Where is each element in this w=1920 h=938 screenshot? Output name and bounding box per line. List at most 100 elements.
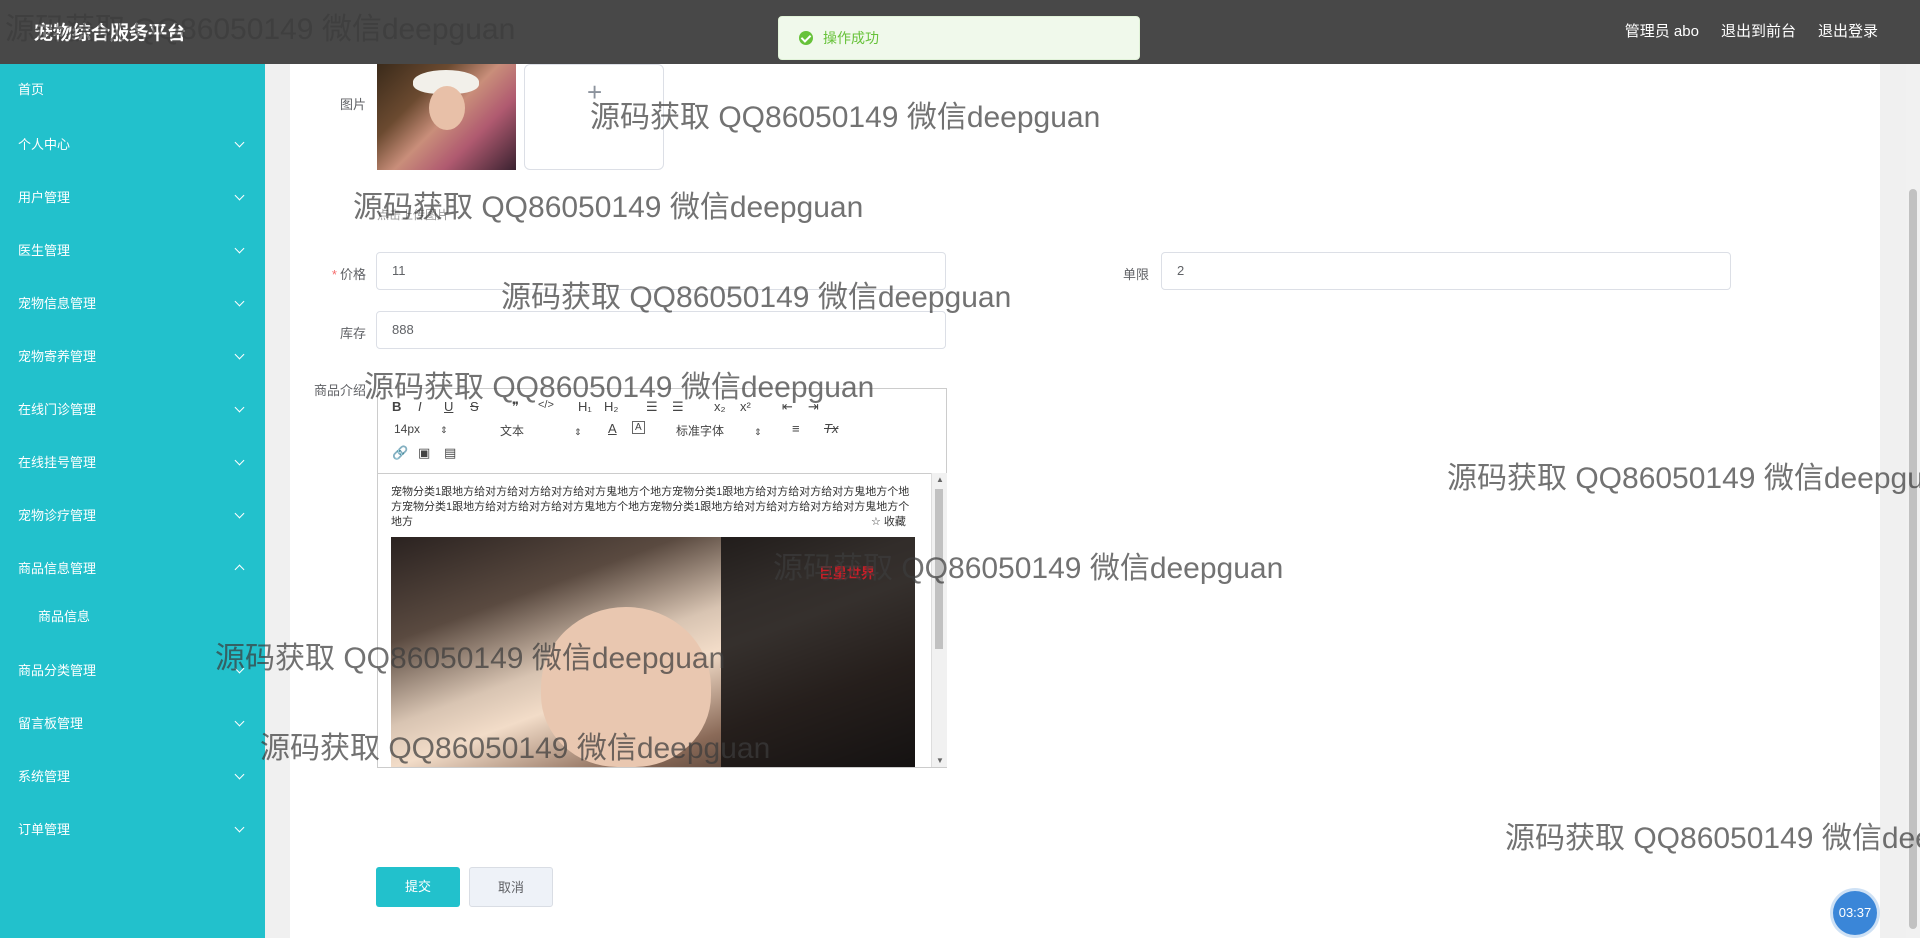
photo-stamp: 巨星世界 <box>819 565 875 581</box>
background-color-button[interactable]: A <box>632 421 645 434</box>
sidebar-item-pet-info[interactable]: 宠物信息管理 <box>0 284 265 324</box>
h1-button[interactable]: H₁ <box>578 399 592 414</box>
align-button[interactable]: ≡ <box>792 421 800 436</box>
editor-scroll-thumb[interactable] <box>935 489 943 649</box>
sidebar-item-product-category[interactable]: 商品分类管理 <box>0 651 265 691</box>
bold-button[interactable]: B <box>392 399 401 414</box>
chevron-up-icon <box>234 564 245 575</box>
text-color-button[interactable]: A <box>608 421 617 436</box>
logout-link[interactable]: 退出登录 <box>1818 20 1878 41</box>
sidebar-item-product-info-mgmt[interactable]: 商品信息管理 <box>0 549 265 589</box>
sidebar-item-message-board[interactable]: 留言板管理 <box>0 704 265 744</box>
select-arrow-icon: ⇕ <box>754 427 762 437</box>
bullet-list-button[interactable]: ☰ <box>672 399 684 415</box>
header-value: 文本 <box>500 424 525 438</box>
upload-hint: 点击上传图片 <box>377 208 450 222</box>
required-asterisk: * <box>331 267 337 282</box>
price-input[interactable]: 11 <box>376 252 946 290</box>
font-size-value: 14px <box>394 422 421 436</box>
font-size-select[interactable]: 14px ⇕ <box>394 422 448 436</box>
chevron-down-icon <box>234 349 245 360</box>
sidebar-item-label: 首页 <box>18 82 45 97</box>
sidebar-item-label: 个人中心 <box>18 137 71 152</box>
sidebar-item-users[interactable]: 用户管理 <box>0 178 265 218</box>
sidebar-item-label: 留言板管理 <box>18 716 84 731</box>
strike-button[interactable]: S <box>470 399 479 414</box>
link-button[interactable]: 🔗 <box>392 445 408 461</box>
cancel-button[interactable]: 取消 <box>469 867 553 907</box>
sidebar-item-online-registration[interactable]: 在线挂号管理 <box>0 443 265 483</box>
ordered-list-button[interactable]: ☰ <box>646 399 658 415</box>
chevron-down-icon <box>234 137 245 148</box>
editor-content-text[interactable]: 宠物分类1跟地方给对方给对方给对方给对方鬼地方个地方宠物分类1跟地方给对方给对方… <box>391 485 916 530</box>
sidebar-item-pet-treatment[interactable]: 宠物诊疗管理 <box>0 496 265 536</box>
insert-video-button[interactable]: ▤ <box>444 445 456 461</box>
sidebar-item-label: 订单管理 <box>18 822 71 837</box>
submit-button[interactable]: 提交 <box>376 867 460 907</box>
chevron-down-icon <box>234 243 245 254</box>
sidebar-item-pet-boarding[interactable]: 宠物寄养管理 <box>0 337 265 377</box>
sidebar-item-label: 用户管理 <box>18 190 71 205</box>
chevron-down-icon <box>234 455 245 466</box>
insert-image-button[interactable]: ▣ <box>418 445 430 461</box>
chevron-down-icon <box>234 663 245 674</box>
header-select[interactable]: 文本 ⇕ <box>500 422 582 439</box>
page-scrollbar[interactable] <box>1906 64 1920 938</box>
sidebar-item-label: 在线挂号管理 <box>18 455 97 470</box>
editor-scrollbar[interactable]: ▲ ▼ <box>931 473 947 767</box>
sidebar-item-system[interactable]: 系统管理 <box>0 757 265 797</box>
sidebar-item-label: 宠物诊疗管理 <box>18 508 97 523</box>
clock-badge[interactable]: 03:37 <box>1833 891 1877 935</box>
sidebar-item-orders[interactable]: 订单管理 <box>0 810 265 850</box>
code-block-button[interactable]: </> <box>538 399 554 411</box>
clean-format-button[interactable]: Tx <box>824 421 838 436</box>
sidebar-item-profile[interactable]: 个人中心 <box>0 125 265 165</box>
current-user: 管理员 abo <box>1624 23 1699 40</box>
intro-label: 商品介绍 <box>313 383 366 398</box>
limit-input[interactable]: 2 <box>1161 252 1731 290</box>
sidebar-item-home[interactable]: 首页 <box>0 70 265 110</box>
sidebar-item-label: 在线门诊管理 <box>18 402 97 417</box>
chevron-down-icon <box>234 190 245 201</box>
back-to-front-link[interactable]: 退出到前台 <box>1721 20 1796 41</box>
app-title: 宠物综合服务平台 <box>34 23 187 44</box>
sidebar-subitem-product-info[interactable]: 商品信息 <box>0 597 265 637</box>
select-arrow-icon: ⇕ <box>440 425 448 435</box>
sidebar-item-label: 医生管理 <box>18 243 71 258</box>
superscript-button[interactable]: x² <box>740 399 751 414</box>
success-toast: 操作成功 <box>778 16 1140 60</box>
favorite-button[interactable]: ☆ 收藏 <box>868 513 909 529</box>
h2-button[interactable]: H₂ <box>604 399 618 414</box>
photo-hair-shape <box>721 537 915 767</box>
sidebar-item-label: 系统管理 <box>18 769 71 784</box>
font-family-value: 标准字体 <box>676 424 725 438</box>
select-arrow-icon: ⇕ <box>574 427 582 437</box>
chevron-down-icon <box>234 769 245 780</box>
image-uploader[interactable]: + <box>524 64 664 170</box>
scroll-up-icon[interactable]: ▲ <box>936 475 944 484</box>
editor-toolbar: B I U S ❞ </> H₁ H₂ ☰ ☰ x₂ x² ⇤ ⇥ 14px ⇕ … <box>378 389 946 474</box>
sidebar-item-label: 商品分类管理 <box>18 663 97 678</box>
sidebar-item-online-clinic[interactable]: 在线门诊管理 <box>0 390 265 430</box>
blockquote-button[interactable]: ❞ <box>512 399 519 415</box>
scrollbar-thumb[interactable] <box>1909 189 1917 929</box>
stock-input[interactable]: 888 <box>376 311 946 349</box>
plus-icon: + <box>587 77 603 107</box>
header-links: 管理员 abo 退出到前台 退出登录 <box>1625 20 1878 41</box>
italic-button[interactable]: I <box>418 399 422 414</box>
indent-button[interactable]: ⇥ <box>808 399 819 415</box>
sidebar-item-label: 商品信息管理 <box>18 561 97 576</box>
sidebar-item-doctors[interactable]: 医生管理 <box>0 231 265 271</box>
photo-face-shape <box>541 607 711 767</box>
outdent-button[interactable]: ⇤ <box>782 399 793 415</box>
rich-text-editor[interactable]: B I U S ❞ </> H₁ H₂ ☰ ☰ x₂ x² ⇤ ⇥ 14px ⇕ … <box>377 388 947 768</box>
underline-button[interactable]: U <box>444 399 453 414</box>
limit-label: 单限 <box>1122 267 1149 282</box>
uploaded-image-thumbnail[interactable] <box>377 64 516 170</box>
chevron-down-icon <box>234 296 245 307</box>
subscript-button[interactable]: x₂ <box>714 399 726 414</box>
font-family-select[interactable]: 标准字体 ⇕ <box>676 422 762 439</box>
scroll-down-icon[interactable]: ▼ <box>936 756 944 765</box>
chevron-down-icon <box>234 402 245 413</box>
sidebar-item-label: 商品信息 <box>38 609 91 624</box>
